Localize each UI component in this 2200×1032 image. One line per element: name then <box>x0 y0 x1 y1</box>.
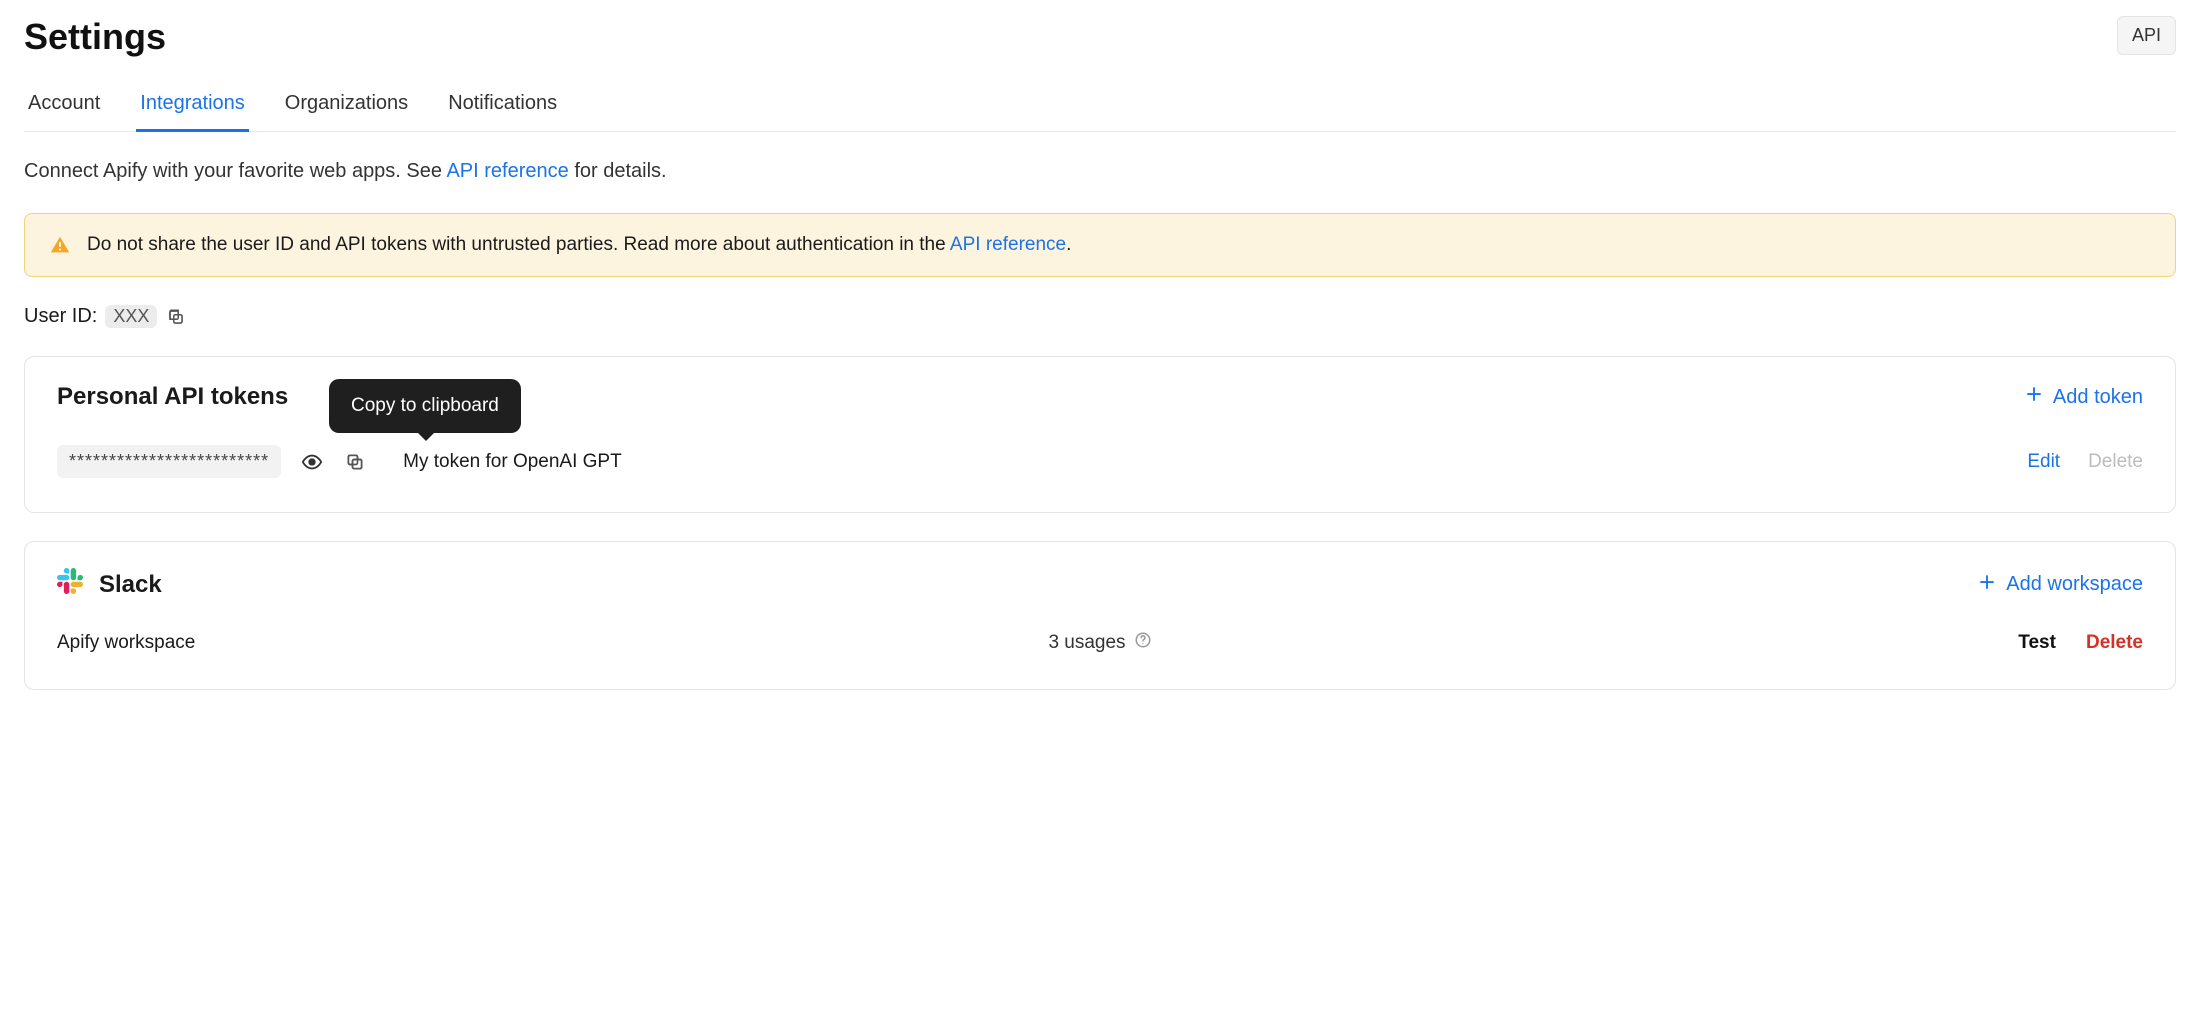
slack-card-title: Slack <box>99 571 162 599</box>
plus-icon <box>1978 573 1996 597</box>
copy-tooltip: Copy to clipboard <box>329 379 521 433</box>
help-icon[interactable] <box>1134 631 1152 655</box>
tab-notifications[interactable]: Notifications <box>444 82 561 132</box>
tabs: Account Integrations Organizations Notif… <box>24 82 2176 132</box>
intro-before: Connect Apify with your favorite web app… <box>24 160 446 182</box>
personal-api-tokens-card: Personal API tokens Copy to clipboard Ad… <box>24 356 2176 513</box>
warning-alert: Do not share the user ID and API tokens … <box>24 213 2176 277</box>
tab-integrations[interactable]: Integrations <box>136 82 249 132</box>
intro-text: Connect Apify with your favorite web app… <box>24 160 2176 183</box>
alert-before: Do not share the user ID and API tokens … <box>87 234 950 255</box>
alert-api-reference-link[interactable]: API reference <box>950 234 1066 255</box>
tokens-card-title: Personal API tokens <box>57 383 288 411</box>
user-id-value: XXX <box>105 305 157 328</box>
user-id-row: User ID: XXX <box>24 305 2176 328</box>
copy-user-id-icon[interactable] <box>165 306 187 328</box>
add-workspace-button[interactable]: Add workspace <box>1978 573 2143 597</box>
add-token-label: Add token <box>2053 386 2143 409</box>
api-reference-link[interactable]: API reference <box>446 160 568 182</box>
workspace-name: Apify workspace <box>57 632 1048 654</box>
add-token-button[interactable]: Add token <box>2025 385 2143 409</box>
test-workspace-button[interactable]: Test <box>2018 632 2056 654</box>
workspace-usages: 3 usages <box>1048 632 1125 654</box>
copy-token-icon[interactable] <box>343 450 367 474</box>
user-id-label: User ID: <box>24 305 97 328</box>
tab-account[interactable]: Account <box>24 82 104 132</box>
slack-workspace-row: Apify workspace 3 usages Test Delete <box>57 623 2143 663</box>
warning-icon <box>49 234 71 256</box>
alert-after: . <box>1066 234 1071 255</box>
add-workspace-label: Add workspace <box>2006 573 2143 596</box>
intro-after: for details. <box>569 160 667 182</box>
reveal-token-icon[interactable] <box>299 449 325 475</box>
slack-card: Slack Add workspace Apify workspace 3 us… <box>24 541 2176 690</box>
tab-organizations[interactable]: Organizations <box>281 82 412 132</box>
plus-icon <box>2025 385 2043 409</box>
token-row: ************************* My token for O… <box>57 437 2143 486</box>
page-title: Settings <box>24 16 166 58</box>
alert-text: Do not share the user ID and API tokens … <box>87 234 1071 256</box>
slack-icon <box>57 568 83 601</box>
edit-token-button[interactable]: Edit <box>2027 451 2060 473</box>
api-button[interactable]: API <box>2117 16 2176 55</box>
delete-token-button: Delete <box>2088 451 2143 473</box>
token-masked-value: ************************* <box>57 445 281 478</box>
delete-workspace-button[interactable]: Delete <box>2086 632 2143 654</box>
token-name: My token for OpenAI GPT <box>403 451 622 473</box>
